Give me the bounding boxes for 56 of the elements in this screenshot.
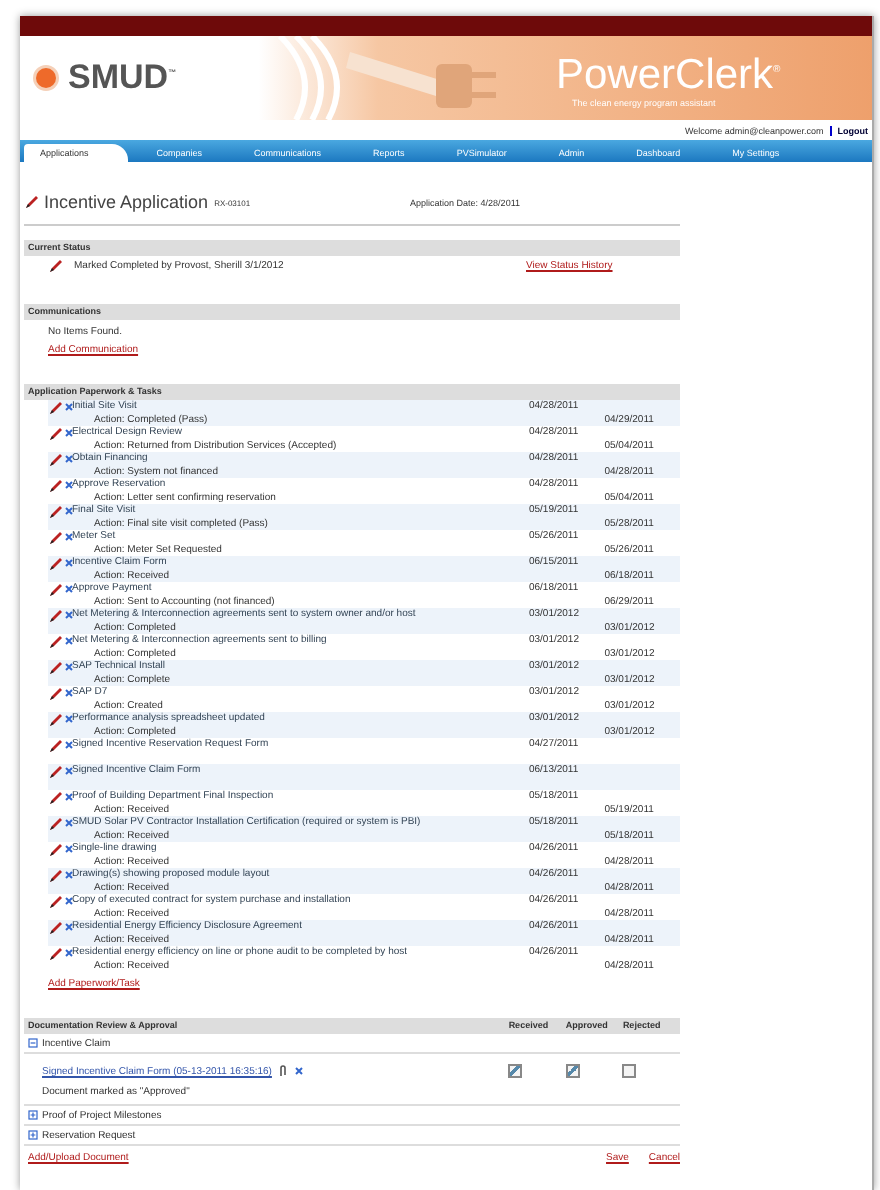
delete-icon[interactable] <box>64 713 74 724</box>
pencil-icon[interactable] <box>48 531 62 546</box>
pencil-icon[interactable] <box>48 583 62 598</box>
pencil-icon[interactable] <box>48 895 62 910</box>
pencil-icon[interactable] <box>48 739 62 754</box>
pencil-icon[interactable] <box>48 661 62 676</box>
delete-icon[interactable] <box>64 609 74 620</box>
pencil-icon[interactable] <box>48 259 62 274</box>
delete-icon[interactable] <box>64 791 74 802</box>
delete-icon[interactable] <box>64 505 74 516</box>
delete-icon[interactable] <box>64 817 74 828</box>
collapse-icon[interactable] <box>28 1038 38 1049</box>
pencil-icon[interactable] <box>48 453 62 468</box>
pencil-icon[interactable] <box>48 869 62 884</box>
pencil-icon[interactable] <box>48 505 62 520</box>
delete-icon[interactable] <box>64 687 74 698</box>
delete-icon[interactable] <box>64 583 74 594</box>
checkbox[interactable] <box>565 1064 580 1079</box>
checkbox[interactable] <box>508 1064 523 1079</box>
expand-icon[interactable] <box>28 1110 38 1121</box>
pencil-icon[interactable] <box>48 401 62 416</box>
pencil-icon[interactable] <box>48 609 62 624</box>
pencil-icon[interactable] <box>48 687 62 702</box>
expand-icon[interactable] <box>28 1130 38 1141</box>
pencil-icon[interactable] <box>24 195 38 210</box>
pencil-icon[interactable] <box>48 427 62 442</box>
delete-icon[interactable] <box>293 1066 304 1077</box>
delete-icon[interactable] <box>64 869 74 880</box>
pencil-icon[interactable] <box>48 947 62 962</box>
pencil-icon[interactable] <box>48 713 62 728</box>
checkbox[interactable] <box>622 1064 637 1079</box>
pencil-icon[interactable] <box>48 765 62 780</box>
pencil-icon[interactable] <box>48 635 62 650</box>
delete-icon[interactable] <box>64 765 74 776</box>
pencil-icon[interactable] <box>48 557 62 572</box>
pencil-icon[interactable] <box>48 921 62 936</box>
delete-icon[interactable] <box>64 947 74 958</box>
delete-icon[interactable] <box>64 843 74 854</box>
delete-icon[interactable] <box>64 661 74 672</box>
delete-icon[interactable] <box>64 401 74 412</box>
delete-icon[interactable] <box>64 635 74 646</box>
pencil-icon[interactable] <box>48 843 62 858</box>
pencil-icon[interactable] <box>48 817 62 832</box>
delete-icon[interactable] <box>64 427 74 438</box>
delete-icon[interactable] <box>64 921 74 932</box>
pencil-icon[interactable] <box>48 479 62 494</box>
delete-icon[interactable] <box>64 479 74 490</box>
delete-icon[interactable] <box>64 531 74 542</box>
delete-icon[interactable] <box>64 895 74 906</box>
delete-icon[interactable] <box>64 453 74 464</box>
product-name: PowerClerk$^{®}$ <box>556 50 781 98</box>
delete-icon[interactable] <box>64 557 74 568</box>
page-title: Incentive Application <box>44 192 209 213</box>
sun-logo-icon <box>32 64 60 92</box>
pencil-icon[interactable] <box>48 791 62 806</box>
delete-icon[interactable] <box>64 739 74 750</box>
